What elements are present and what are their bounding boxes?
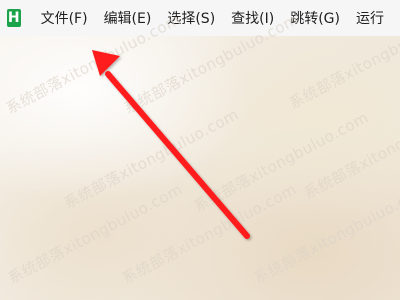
menu-run[interactable]: 运行 <box>356 8 384 28</box>
menu-bar: H 文件(F) 编辑(E) 选择(S) 查找(I) 跳转(G) 运行 <box>0 0 400 36</box>
menu-file[interactable]: 文件(F) <box>41 8 88 28</box>
app-logo-icon: H <box>7 9 21 27</box>
screen: H 文件(F) 编辑(E) 选择(S) 查找(I) 跳转(G) 运行 系统部落x… <box>0 0 400 300</box>
